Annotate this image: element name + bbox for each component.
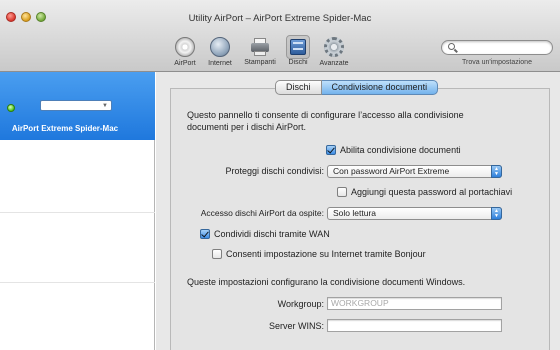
file-sharing-panel: Questo pannello ti consente di configura… [170, 88, 550, 350]
tab-disks[interactable]: Dischi [275, 80, 322, 95]
guest-access-label: Accesso dischi AirPort da ospite: [200, 208, 324, 218]
wins-server-field[interactable] [327, 319, 502, 332]
search-caption: Trova un'impostazione [462, 59, 532, 66]
toolbar-item-label: Avanzate [319, 60, 349, 67]
wins-server-label: Server WINS: [268, 321, 324, 331]
toolbar-disks-button[interactable]: Dischi [278, 35, 318, 66]
device-sidebar: ▼ AirPort Extreme Spider-Mac [0, 72, 155, 350]
add-to-keychain-label: Aggiungi questa password al portachiavi [351, 187, 513, 197]
tab-file-sharing[interactable]: Condivisione documenti [321, 80, 439, 95]
popup-arrows-icon: ▲ ▼ [491, 165, 502, 178]
status-indicator-icon [7, 104, 15, 112]
protect-disks-select[interactable]: Con password AirPort Extreme ▲ ▼ [327, 165, 502, 178]
toolbar-item-label: Internet [208, 60, 232, 67]
toolbar-item-label: Stampanti [244, 59, 276, 66]
protect-disks-label: Proteggi dischi condivisi: [225, 166, 324, 176]
workgroup-field[interactable]: WORKGROUP [327, 297, 502, 310]
share-wan-checkbox[interactable] [200, 229, 210, 239]
bonjour-label: Consenti impostazione su Internet tramit… [226, 249, 426, 259]
main-pane: Dischi Condivisione documenti Questo pan… [156, 72, 560, 350]
airport-icon [174, 37, 196, 59]
workgroup-placeholder: WORKGROUP [331, 298, 389, 308]
workgroup-label: Workgroup: [277, 299, 324, 309]
toolbar-internet-button[interactable]: Internet [200, 36, 240, 67]
disk-icon [286, 35, 310, 59]
search-input[interactable] [441, 40, 553, 55]
protect-disks-value: Con password AirPort Extreme [333, 166, 450, 176]
toolbar-printers-button[interactable]: Stampanti [240, 36, 280, 66]
sidebar-item-label: AirPort Extreme Spider-Mac [11, 124, 119, 133]
gear-icon [323, 37, 345, 59]
globe-icon [209, 37, 231, 59]
windows-note: Queste impostazioni configurano la condi… [187, 277, 466, 287]
tab-bar: Dischi Condivisione documenti [275, 80, 439, 96]
sidebar-divider [0, 282, 155, 283]
toolbar-item-label: AirPort [174, 60, 196, 67]
enable-sharing-checkbox[interactable] [326, 145, 336, 155]
guest-access-select[interactable]: Solo lettura ▲ ▼ [327, 207, 502, 220]
printer-icon [249, 36, 271, 58]
panel-description: Questo pannello ti consente di configura… [187, 110, 464, 132]
popup-arrows-icon: ▲ ▼ [491, 207, 502, 220]
toolbar-airport-button[interactable]: AirPort [165, 36, 205, 67]
enable-sharing-label: Abilita condivisione documenti [340, 145, 461, 155]
sidebar-item-airport-extreme[interactable]: ▼ AirPort Extreme Spider-Mac [0, 72, 155, 140]
guest-access-value: Solo lettura [333, 208, 376, 218]
search-icon [448, 43, 455, 50]
toolbar-item-label: Dischi [288, 59, 308, 66]
window-toolbar: Utility AirPort – AirPort Extreme Spider… [0, 0, 560, 72]
bonjour-checkbox[interactable] [212, 249, 222, 259]
chevron-down-icon: ▼ [102, 103, 108, 109]
sidebar-divider [0, 212, 155, 213]
add-to-keychain-checkbox[interactable] [337, 187, 347, 197]
base-station-selector[interactable]: ▼ [40, 100, 112, 111]
toolbar-advanced-button[interactable]: Avanzate [314, 36, 354, 67]
share-wan-label: Condividi dischi tramite WAN [214, 229, 330, 239]
window-title: Utility AirPort – AirPort Extreme Spider… [188, 13, 372, 24]
